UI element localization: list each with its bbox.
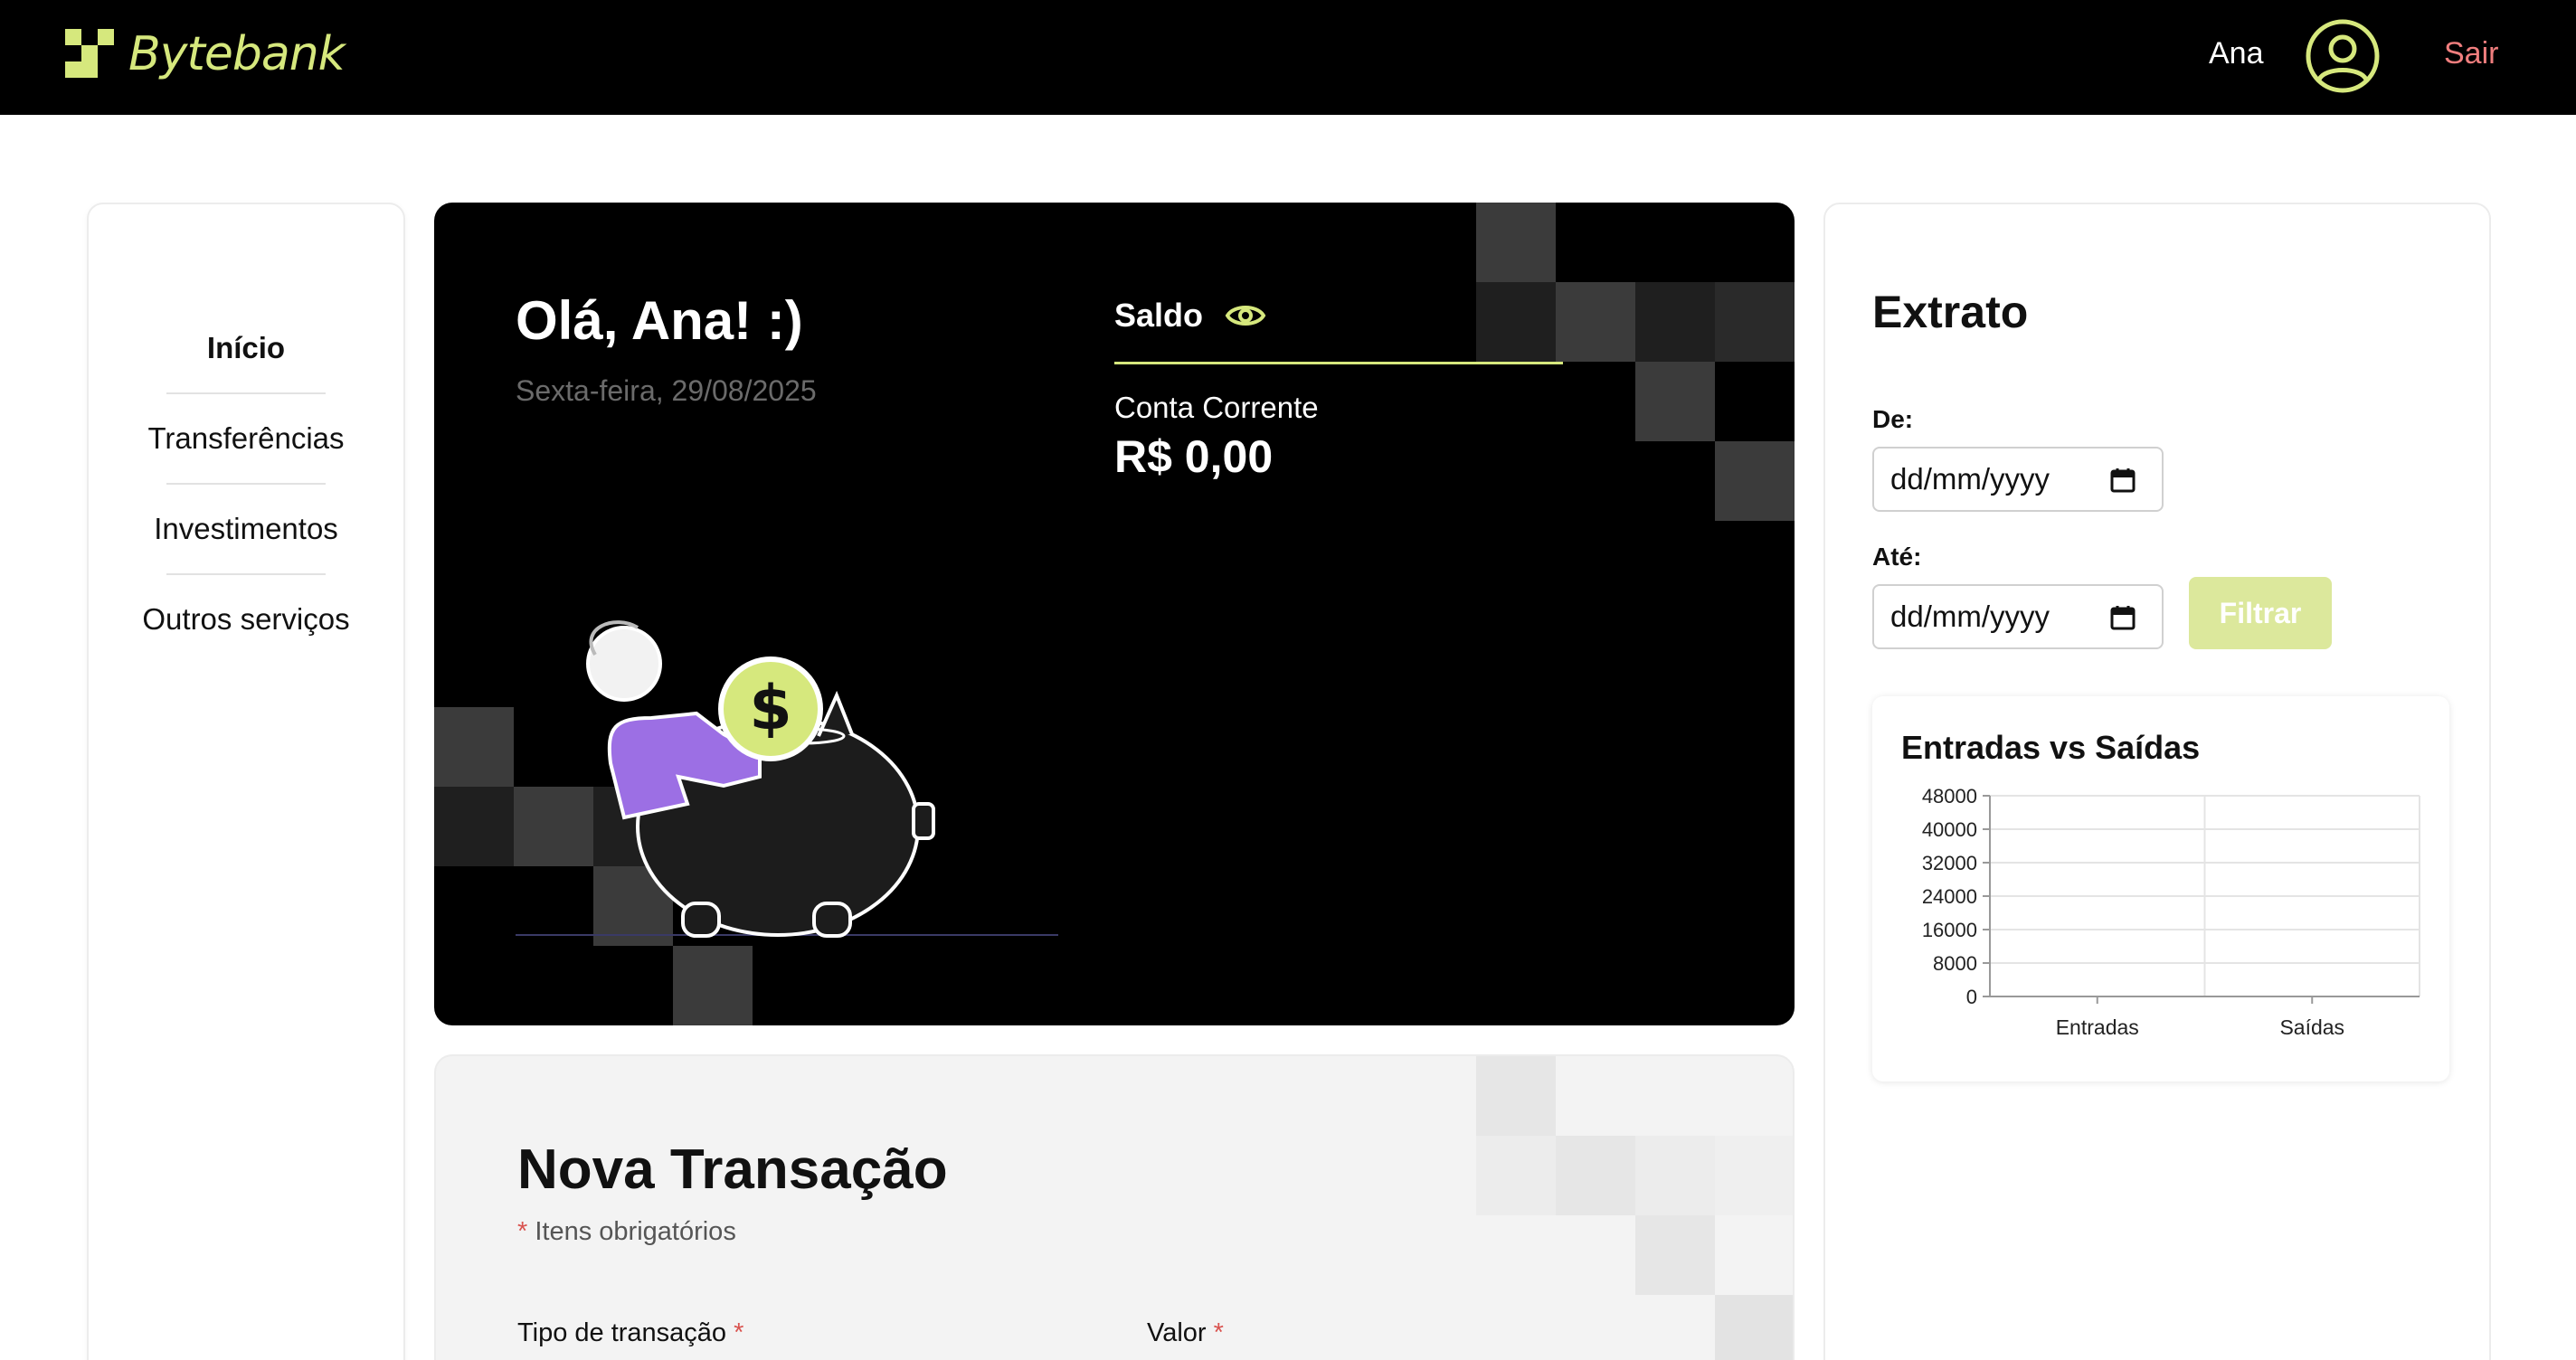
from-date-label: De: [1872, 405, 1914, 433]
greeting: Olá, Ana! :) [516, 290, 803, 351]
balance-divider [1114, 362, 1563, 364]
decor-square [1556, 282, 1635, 362]
piggy-bank-illustration: $ [516, 620, 1058, 938]
y-tick-label: 40000 [1922, 818, 1977, 841]
y-tick-label: 24000 [1922, 885, 1977, 908]
decor-square [1476, 203, 1556, 282]
income-expense-chart: 0 8000 16000 24000 32000 40000 48000 Entradas Sa… [1922, 787, 2420, 1039]
logo-icon [65, 29, 116, 80]
filter-button[interactable]: Filtrar [2189, 577, 2332, 649]
chart-title: Entradas vs Saídas [1901, 729, 2201, 766]
decor-square [1715, 1136, 1793, 1215]
y-tick-label: 8000 [1933, 952, 1977, 975]
brand-name: Bytebank [128, 27, 346, 81]
y-tick-label: 32000 [1922, 852, 1977, 874]
required-note-text: Itens obrigatórios [535, 1217, 736, 1246]
statement-panel: Extrato De: dd/mm/yyyy Até: dd/mm/yyyy F… [1823, 203, 2491, 1360]
y-tick-label: 16000 [1922, 919, 1977, 941]
required-note: * Itens obrigatórios [517, 1217, 736, 1247]
required-star: * [1213, 1318, 1224, 1347]
sidebar: Início Transferências Investimentos Outr… [87, 203, 405, 1360]
sidebar-item-transferencias[interactable]: Transferências [89, 394, 403, 483]
decor-square [1476, 1056, 1556, 1136]
transaction-type-label: Tipo de transação * [517, 1318, 743, 1348]
top-bar: Bytebank Ana Sair [0, 0, 2576, 115]
required-star: * [517, 1217, 528, 1246]
decor-square [1635, 282, 1715, 362]
transaction-title: Nova Transação [517, 1138, 948, 1201]
decor-square [1715, 441, 1795, 521]
user-name: Ana [2209, 36, 2264, 71]
balance-label: Saldo [1114, 297, 1204, 334]
decor-square [434, 707, 514, 787]
decor-square [1476, 282, 1556, 362]
statement-title: Extrato [1872, 287, 2029, 337]
y-tick-label: 48000 [1922, 787, 1977, 808]
balance-header: Saldo [1114, 297, 1266, 335]
decor-square [1715, 282, 1795, 362]
sidebar-item-outros-servicos[interactable]: Outros serviços [89, 575, 403, 664]
decor-square [1635, 1136, 1715, 1215]
svg-text:$: $ [749, 673, 791, 744]
to-date-value: dd/mm/yyyy [1890, 600, 2050, 633]
decor-square [1556, 1136, 1635, 1215]
from-date-input[interactable]: dd/mm/yyyy [1872, 447, 2164, 512]
from-date-value: dd/mm/yyyy [1890, 462, 2050, 496]
transaction-value-label: Valor * [1147, 1318, 1224, 1348]
sidebar-nav: Início Transferências Investimentos Outr… [89, 304, 403, 664]
account-label: Conta Corrente [1114, 391, 1319, 424]
y-tick-label: 0 [1966, 986, 1977, 1008]
chart-card: Entradas vs Saídas 0 8000 16000 24000 32000 4… [1872, 696, 2449, 1081]
transaction-value-label-text: Valor [1147, 1318, 1207, 1347]
required-star: * [734, 1318, 744, 1347]
decor-square [1635, 362, 1715, 441]
calendar-icon[interactable] [2109, 604, 2136, 631]
decor-square [434, 787, 514, 866]
decor-square [1635, 1215, 1715, 1295]
new-transaction-card: Nova Transação * Itens obrigatórios Tipo… [434, 1054, 1795, 1360]
current-date: Sexta-feira, 29/08/2025 [516, 374, 817, 407]
brand-logo[interactable]: Bytebank [65, 25, 346, 83]
account-balance: R$ 0,00 [1114, 431, 1274, 482]
sidebar-item-investimentos[interactable]: Investimentos [89, 485, 403, 573]
decor-square [1715, 1295, 1793, 1360]
transaction-type-label-text: Tipo de transação [517, 1318, 727, 1347]
x-tick-label: Entradas [2056, 1015, 2139, 1039]
sidebar-item-inicio[interactable]: Início [89, 304, 403, 392]
x-tick-label: Saídas [2279, 1015, 2344, 1039]
calendar-icon[interactable] [2109, 467, 2136, 494]
to-date-input[interactable]: dd/mm/yyyy [1872, 584, 2164, 649]
to-date-label: Até: [1872, 543, 1922, 571]
user-avatar-icon[interactable] [2305, 18, 2381, 94]
logout-link[interactable]: Sair [2444, 36, 2498, 71]
eye-icon[interactable] [1225, 300, 1266, 331]
decor-square [1476, 1136, 1556, 1215]
balance-card: Olá, Ana! :) Sexta-feira, 29/08/2025 Sal… [434, 203, 1795, 1025]
